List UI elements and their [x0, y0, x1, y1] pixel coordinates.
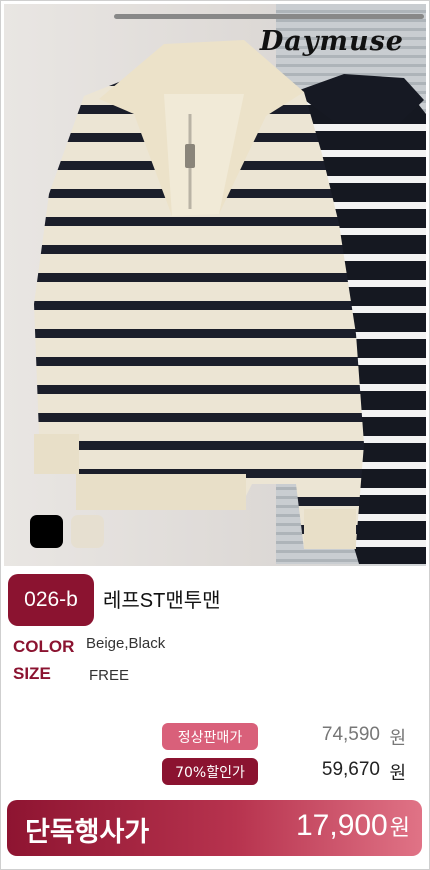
discount-price-unit: 원: [389, 763, 406, 783]
regular-price-badge: 정상판매가: [162, 723, 258, 750]
product-name: 레프ST맨투맨: [103, 590, 221, 612]
discount-price: 59,670: [321, 759, 380, 780]
swatch-beige[interactable]: [71, 515, 104, 548]
size-value: FREE: [89, 667, 130, 684]
discount-price-badge: 70%할인가: [162, 758, 258, 785]
color-swatches: [30, 515, 104, 548]
exclusive-label: 단독행사가: [25, 817, 150, 848]
brand-logo: Daymuse: [259, 26, 404, 57]
product-photo[interactable]: Daymuse: [4, 4, 426, 566]
swatch-black[interactable]: [30, 515, 63, 548]
regular-price-unit: 원: [389, 728, 406, 748]
sweatshirts-illustration: [34, 40, 426, 564]
size-label: SIZE: [13, 664, 51, 683]
product-code-badge: 026-b: [8, 574, 94, 626]
exclusive-price-bar[interactable]: 단독행사가 17,900원: [7, 800, 422, 856]
color-value: Beige,Black: [86, 635, 166, 652]
exclusive-price: 17,900원: [295, 809, 410, 842]
regular-price: 74,590: [321, 724, 380, 745]
color-label: COLOR: [13, 637, 75, 656]
